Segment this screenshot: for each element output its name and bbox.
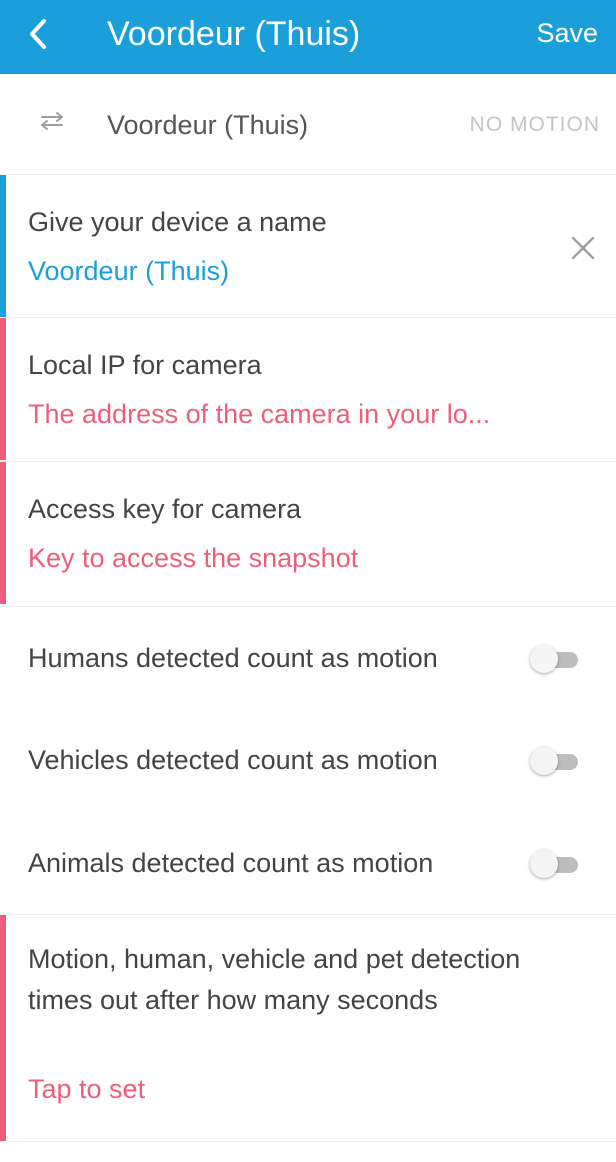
vehicles-motion-switch[interactable] <box>530 747 580 775</box>
access-key-field[interactable]: Access key for camera Key to access the … <box>0 461 616 604</box>
local-ip-field-label: Local IP for camera <box>28 350 262 380</box>
local-ip-field[interactable]: Local IP for camera The address of the c… <box>0 317 616 460</box>
switch-thumb <box>530 747 558 775</box>
animals-motion-toggle-row[interactable]: Animals detected count as motion <box>0 812 616 914</box>
back-button[interactable] <box>20 13 60 55</box>
app-bar: Voordeur (Thuis) Save <box>0 0 616 74</box>
switch-thumb <box>530 850 558 878</box>
animals-motion-switch[interactable] <box>530 850 580 878</box>
humans-motion-toggle-row[interactable]: Humans detected count as motion <box>0 606 616 709</box>
detection-timeout-placeholder[interactable]: Tap to set <box>28 1072 145 1106</box>
error-indicator-bar <box>0 915 6 1141</box>
device-name-field-label: Give your device a name <box>28 207 327 237</box>
device-settings-screen: Voordeur (Thuis) Save Voordeur (Thuis) N… <box>0 0 616 1162</box>
device-name-field-value[interactable]: Voordeur (Thuis) <box>28 254 229 288</box>
swap-arrows-icon <box>41 112 63 130</box>
close-icon[interactable] <box>568 233 598 263</box>
valid-indicator-bar <box>0 175 6 317</box>
detection-timeout-field[interactable]: Motion, human, vehicle and pet detection… <box>0 914 616 1142</box>
access-key-field-label: Access key for camera <box>28 494 302 524</box>
vehicles-motion-label: Vehicles detected count as motion <box>28 745 438 775</box>
switch-thumb <box>530 645 558 673</box>
humans-motion-switch[interactable] <box>530 645 580 673</box>
chevron-left-icon <box>30 19 46 49</box>
animals-motion-label: Animals detected count as motion <box>28 848 434 878</box>
save-button[interactable]: Save <box>536 16 598 50</box>
device-summary-row: Voordeur (Thuis) NO MOTION <box>0 74 616 174</box>
access-key-field-placeholder[interactable]: Key to access the snapshot <box>28 541 358 575</box>
device-name: Voordeur (Thuis) <box>107 110 309 140</box>
page-title: Voordeur (Thuis) <box>107 15 361 53</box>
detection-timeout-label: Motion, human, vehicle and pet detection… <box>28 944 521 1015</box>
local-ip-field-placeholder[interactable]: The address of the camera in your lo... <box>28 397 490 431</box>
vehicles-motion-toggle-row[interactable]: Vehicles detected count as motion <box>0 709 616 811</box>
error-indicator-bar <box>0 318 6 460</box>
motion-status-badge: NO MOTION <box>469 113 600 136</box>
humans-motion-label: Humans detected count as motion <box>28 643 438 673</box>
error-indicator-bar <box>0 462 6 604</box>
device-name-field[interactable]: Give your device a name Voordeur (Thuis) <box>0 174 616 317</box>
